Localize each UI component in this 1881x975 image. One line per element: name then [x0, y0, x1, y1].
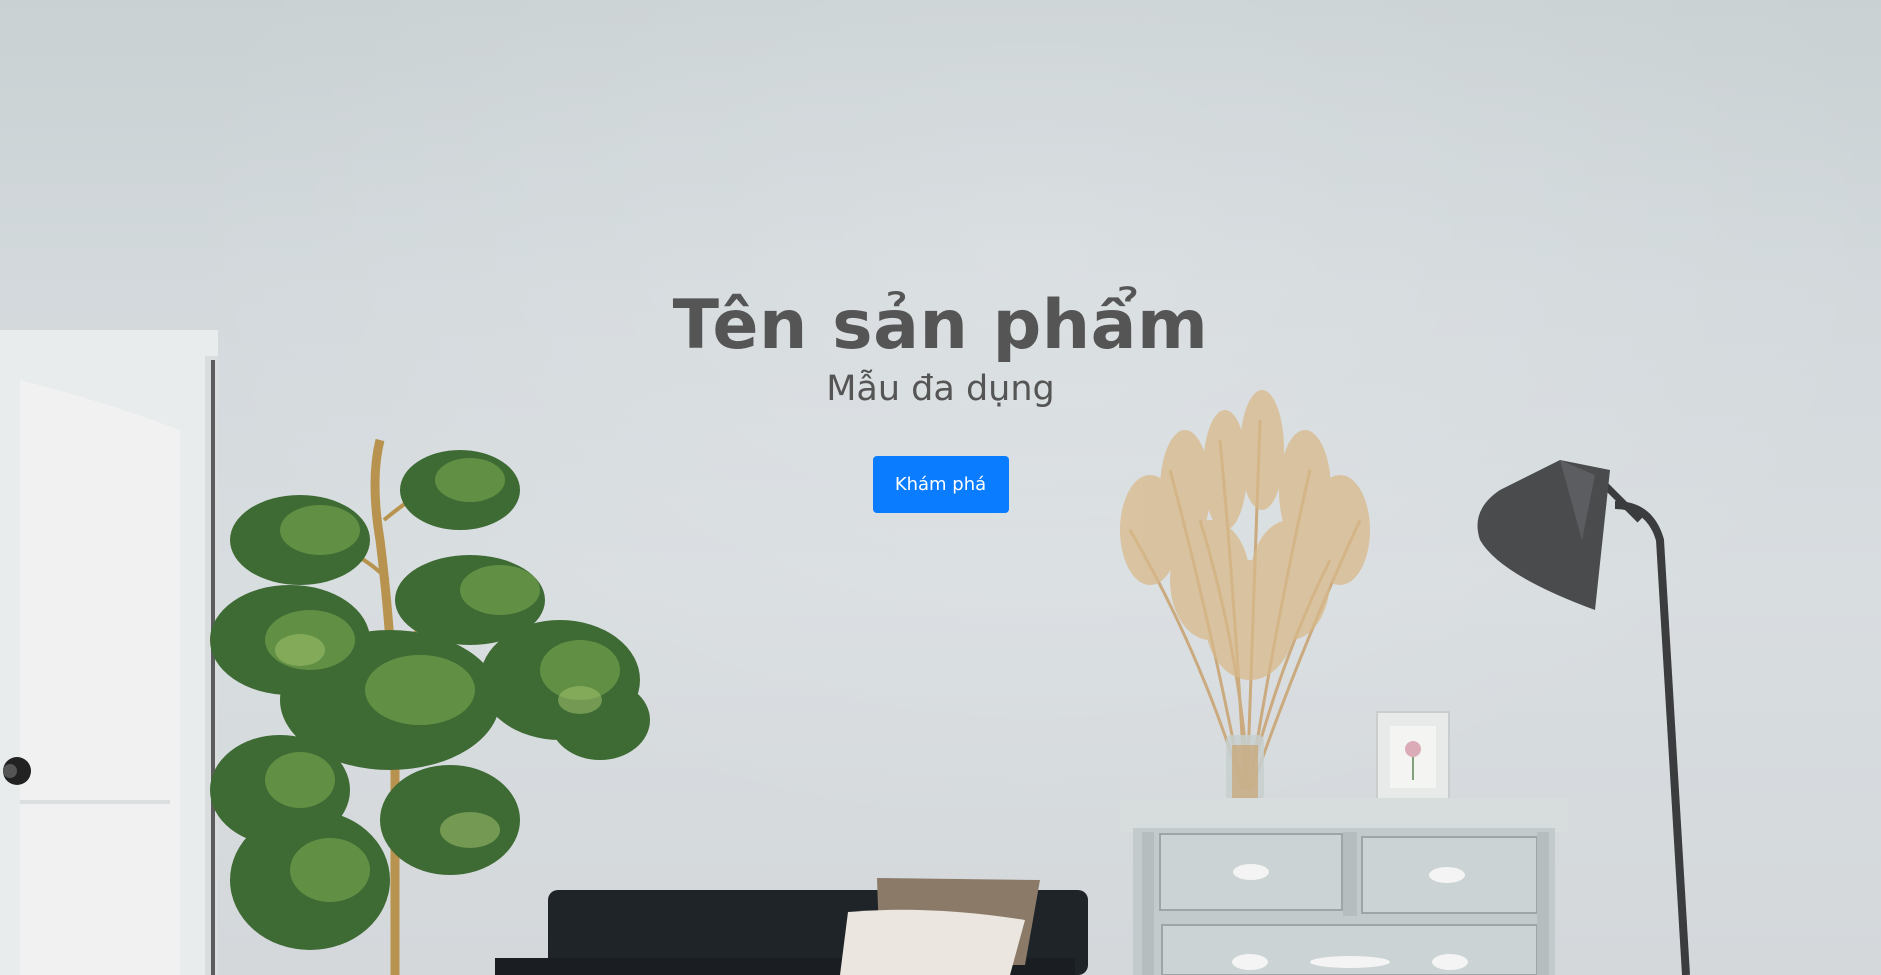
- hero-section: Tên sản phẩm Mẫu đa dụng Khám phá: [0, 0, 1881, 975]
- explore-button[interactable]: Khám phá: [872, 456, 1009, 513]
- product-title: Tên sản phẩm: [672, 286, 1209, 365]
- sofa: [495, 878, 1088, 975]
- product-subtitle: Mẫu đa dụng: [826, 369, 1055, 409]
- dresser: [1120, 798, 1568, 975]
- picture-frame: [1376, 711, 1450, 805]
- hero-content: Tên sản phẩm Mẫu đa dụng Khám phá: [0, 286, 1881, 513]
